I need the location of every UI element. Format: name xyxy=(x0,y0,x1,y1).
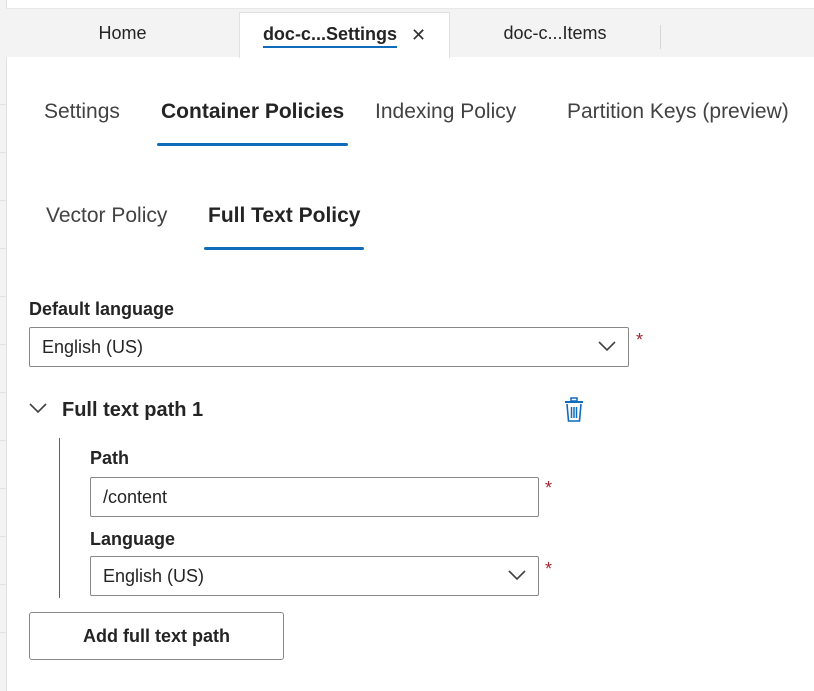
tab-partition-keys[interactable]: Partition Keys (preview) xyxy=(567,100,789,148)
section-indent-line xyxy=(59,438,60,598)
default-language-dropdown[interactable]: English (US) xyxy=(29,327,629,367)
tab-label: Partition Keys (preview) xyxy=(567,100,789,123)
full-text-path-title: Full text path 1 xyxy=(62,399,204,421)
left-divider xyxy=(0,440,6,441)
tab-label: Indexing Policy xyxy=(375,100,517,123)
tab-home[interactable]: Home xyxy=(6,9,239,57)
trash-icon[interactable] xyxy=(562,397,586,423)
tab-items-doc[interactable]: doc-c...Items xyxy=(450,9,660,57)
tab-separator xyxy=(660,25,661,49)
left-divider xyxy=(0,392,6,393)
left-divider xyxy=(0,104,6,105)
tab-full-text-policy[interactable]: Full Text Policy xyxy=(204,204,365,252)
default-language-label: Default language xyxy=(29,299,175,319)
document-tab-strip: Home doc-c...Settings ✕ doc-c...Items xyxy=(6,8,814,58)
tab-label: Container Policies xyxy=(161,100,345,123)
tab-settings[interactable]: Settings xyxy=(44,100,120,148)
dropdown-value: English (US) xyxy=(42,336,144,357)
tab-label: Full Text Policy xyxy=(208,204,361,227)
language-dropdown[interactable]: English (US) xyxy=(90,556,539,596)
active-tab-indicator xyxy=(157,143,349,146)
language-label: Language xyxy=(90,529,176,549)
left-divider xyxy=(0,536,6,537)
chevron-down-icon[interactable] xyxy=(28,398,48,418)
chevron-down-icon xyxy=(598,341,616,352)
left-divider xyxy=(0,200,6,201)
tab-indexing-policy[interactable]: Indexing Policy xyxy=(375,100,516,148)
path-label: Path xyxy=(90,448,130,468)
left-divider xyxy=(0,152,6,153)
close-icon[interactable]: ✕ xyxy=(411,25,426,46)
required-marker: * xyxy=(636,330,644,350)
left-divider xyxy=(0,248,6,249)
tab-label: doc-c...Items xyxy=(503,22,607,43)
left-divider xyxy=(0,584,6,585)
dropdown-value: English (US) xyxy=(103,565,205,586)
path-input[interactable] xyxy=(90,477,539,517)
chevron-down-icon xyxy=(508,570,526,581)
tab-container-policies[interactable]: Container Policies xyxy=(157,100,349,148)
left-divider xyxy=(0,632,6,633)
tab-vector-policy[interactable]: Vector Policy xyxy=(46,204,167,252)
add-full-text-path-button[interactable]: Add full text path xyxy=(29,612,284,660)
tab-settings-doc[interactable]: doc-c...Settings ✕ xyxy=(239,12,450,58)
tab-label: Home xyxy=(98,22,147,43)
required-marker: * xyxy=(545,478,553,498)
tab-label: doc-c...Settings xyxy=(262,24,397,48)
required-marker: * xyxy=(545,559,553,579)
active-tab-indicator xyxy=(204,247,365,250)
left-pane-edge xyxy=(0,0,7,691)
left-divider xyxy=(0,488,6,489)
tab-label: Vector Policy xyxy=(46,204,168,227)
left-divider xyxy=(0,296,6,297)
left-divider xyxy=(0,344,6,345)
tab-label: Settings xyxy=(44,100,120,123)
